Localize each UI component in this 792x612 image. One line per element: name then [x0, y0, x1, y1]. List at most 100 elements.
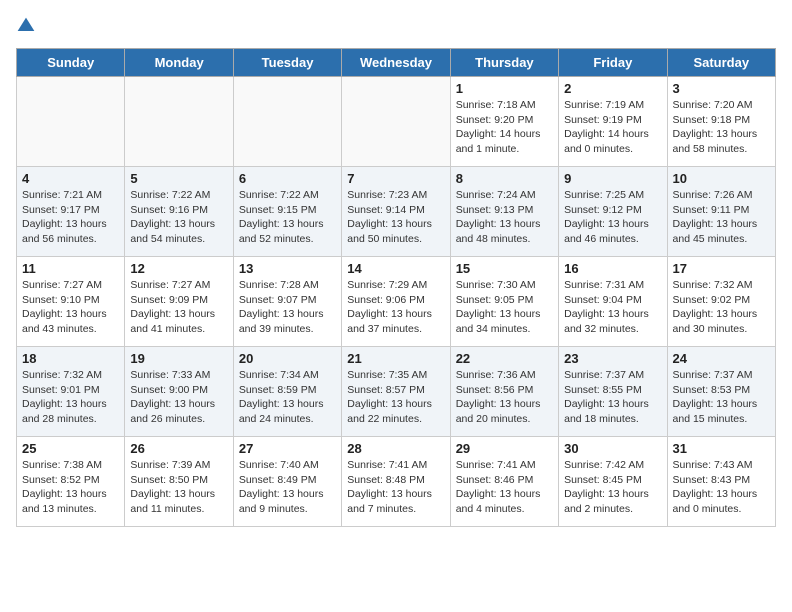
calendar-week-row: 18 Sunrise: 7:32 AM Sunset: 9:01 PM Dayli… [17, 347, 776, 437]
day-info: Sunrise: 7:21 AM Sunset: 9:17 PM Dayligh… [22, 188, 119, 247]
day-number: 24 [673, 351, 770, 366]
day-number: 18 [22, 351, 119, 366]
day-info: Sunrise: 7:41 AM Sunset: 8:48 PM Dayligh… [347, 458, 444, 517]
calendar-cell: 31 Sunrise: 7:43 AM Sunset: 8:43 PM Dayli… [667, 437, 775, 527]
day-info: Sunrise: 7:20 AM Sunset: 9:18 PM Dayligh… [673, 98, 770, 157]
day-info: Sunrise: 7:28 AM Sunset: 9:07 PM Dayligh… [239, 278, 336, 337]
day-info: Sunrise: 7:25 AM Sunset: 9:12 PM Dayligh… [564, 188, 661, 247]
day-info: Sunrise: 7:41 AM Sunset: 8:46 PM Dayligh… [456, 458, 553, 517]
calendar-cell: 25Sunrise: 7:38 AM Sunset: 8:52 PM Dayli… [17, 437, 125, 527]
day-number: 5 [130, 171, 227, 186]
day-header-wednesday: Wednesday [342, 49, 450, 77]
calendar-cell: 3Sunrise: 7:20 AM Sunset: 9:18 PM Daylig… [667, 77, 775, 167]
day-number: 27 [239, 441, 336, 456]
day-info: Sunrise: 7:27 AM Sunset: 9:09 PM Dayligh… [130, 278, 227, 337]
calendar-cell: 2 Sunrise: 7:19 AM Sunset: 9:19 PM Daylig… [559, 77, 667, 167]
calendar-cell [233, 77, 341, 167]
calendar-week-row: 25Sunrise: 7:38 AM Sunset: 8:52 PM Dayli… [17, 437, 776, 527]
calendar-cell [17, 77, 125, 167]
calendar-cell: 20 Sunrise: 7:34 AM Sunset: 8:59 PM Dayli… [233, 347, 341, 437]
day-number: 19 [130, 351, 227, 366]
day-info: Sunrise: 7:37 AM Sunset: 8:55 PM Dayligh… [564, 368, 661, 427]
day-number: 31 [673, 441, 770, 456]
day-number: 22 [456, 351, 553, 366]
day-info: Sunrise: 7:19 AM Sunset: 9:19 PM Dayligh… [564, 98, 661, 157]
calendar-cell [125, 77, 233, 167]
calendar-cell: 26Sunrise: 7:39 AM Sunset: 8:50 PM Dayli… [125, 437, 233, 527]
day-number: 11 [22, 261, 119, 276]
calendar-body: 1Sunrise: 7:18 AM Sunset: 9:20 PM Daylig… [17, 77, 776, 527]
calendar-cell [342, 77, 450, 167]
calendar-cell: 7 Sunrise: 7:23 AM Sunset: 9:14 PM Daylig… [342, 167, 450, 257]
day-number: 4 [22, 171, 119, 186]
calendar-cell: 21 Sunrise: 7:35 AM Sunset: 8:57 PM Dayli… [342, 347, 450, 437]
day-header-sunday: Sunday [17, 49, 125, 77]
logo-icon [16, 16, 36, 36]
calendar-cell: 28Sunrise: 7:41 AM Sunset: 8:48 PM Dayli… [342, 437, 450, 527]
calendar-cell: 5 Sunrise: 7:22 AM Sunset: 9:16 PM Daylig… [125, 167, 233, 257]
day-number: 2 [564, 81, 661, 96]
day-info: Sunrise: 7:30 AM Sunset: 9:05 PM Dayligh… [456, 278, 553, 337]
day-info: Sunrise: 7:36 AM Sunset: 8:56 PM Dayligh… [456, 368, 553, 427]
day-number: 25 [22, 441, 119, 456]
calendar-cell: 18 Sunrise: 7:32 AM Sunset: 9:01 PM Dayli… [17, 347, 125, 437]
calendar-cell: 29 Sunrise: 7:41 AM Sunset: 8:46 PM Dayli… [450, 437, 558, 527]
calendar-cell: 8 Sunrise: 7:24 AM Sunset: 9:13 PM Daylig… [450, 167, 558, 257]
calendar-cell: 6Sunrise: 7:22 AM Sunset: 9:15 PM Daylig… [233, 167, 341, 257]
day-number: 16 [564, 261, 661, 276]
calendar-cell: 23 Sunrise: 7:37 AM Sunset: 8:55 PM Dayli… [559, 347, 667, 437]
day-number: 26 [130, 441, 227, 456]
day-number: 21 [347, 351, 444, 366]
day-info: Sunrise: 7:22 AM Sunset: 9:15 PM Dayligh… [239, 188, 336, 247]
day-info: Sunrise: 7:31 AM Sunset: 9:04 PM Dayligh… [564, 278, 661, 337]
day-number: 20 [239, 351, 336, 366]
calendar-cell: 15 Sunrise: 7:30 AM Sunset: 9:05 PM Dayli… [450, 257, 558, 347]
day-info: Sunrise: 7:32 AM Sunset: 9:01 PM Dayligh… [22, 368, 119, 427]
day-info: Sunrise: 7:26 AM Sunset: 9:11 PM Dayligh… [673, 188, 770, 247]
day-header-thursday: Thursday [450, 49, 558, 77]
day-info: Sunrise: 7:32 AM Sunset: 9:02 PM Dayligh… [673, 278, 770, 337]
calendar-cell: 30Sunrise: 7:42 AM Sunset: 8:45 PM Dayli… [559, 437, 667, 527]
day-info: Sunrise: 7:23 AM Sunset: 9:14 PM Dayligh… [347, 188, 444, 247]
day-info: Sunrise: 7:24 AM Sunset: 9:13 PM Dayligh… [456, 188, 553, 247]
calendar-cell: 13Sunrise: 7:28 AM Sunset: 9:07 PM Dayli… [233, 257, 341, 347]
day-header-friday: Friday [559, 49, 667, 77]
day-header-monday: Monday [125, 49, 233, 77]
day-number: 12 [130, 261, 227, 276]
day-number: 17 [673, 261, 770, 276]
calendar-cell: 14 Sunrise: 7:29 AM Sunset: 9:06 PM Dayli… [342, 257, 450, 347]
day-info: Sunrise: 7:34 AM Sunset: 8:59 PM Dayligh… [239, 368, 336, 427]
day-number: 29 [456, 441, 553, 456]
day-info: Sunrise: 7:29 AM Sunset: 9:06 PM Dayligh… [347, 278, 444, 337]
day-info: Sunrise: 7:43 AM Sunset: 8:43 PM Dayligh… [673, 458, 770, 517]
calendar-table: SundayMondayTuesdayWednesdayThursdayFrid… [16, 48, 776, 527]
day-header-tuesday: Tuesday [233, 49, 341, 77]
page-header [16, 16, 776, 36]
day-number: 8 [456, 171, 553, 186]
calendar-cell: 27 Sunrise: 7:40 AM Sunset: 8:49 PM Dayli… [233, 437, 341, 527]
calendar-week-row: 11 Sunrise: 7:27 AM Sunset: 9:10 PM Dayli… [17, 257, 776, 347]
day-number: 15 [456, 261, 553, 276]
day-number: 1 [456, 81, 553, 96]
calendar-cell: 19Sunrise: 7:33 AM Sunset: 9:00 PM Dayli… [125, 347, 233, 437]
day-number: 9 [564, 171, 661, 186]
calendar-week-row: 1Sunrise: 7:18 AM Sunset: 9:20 PM Daylig… [17, 77, 776, 167]
calendar-cell: 22 Sunrise: 7:36 AM Sunset: 8:56 PM Dayli… [450, 347, 558, 437]
day-info: Sunrise: 7:35 AM Sunset: 8:57 PM Dayligh… [347, 368, 444, 427]
day-info: Sunrise: 7:40 AM Sunset: 8:49 PM Dayligh… [239, 458, 336, 517]
calendar-cell: 16 Sunrise: 7:31 AM Sunset: 9:04 PM Dayli… [559, 257, 667, 347]
day-number: 10 [673, 171, 770, 186]
day-number: 23 [564, 351, 661, 366]
calendar-cell: 17 Sunrise: 7:32 AM Sunset: 9:02 PM Dayli… [667, 257, 775, 347]
day-info: Sunrise: 7:27 AM Sunset: 9:10 PM Dayligh… [22, 278, 119, 337]
logo [16, 16, 40, 36]
calendar-cell: 4 Sunrise: 7:21 AM Sunset: 9:17 PM Daylig… [17, 167, 125, 257]
day-number: 14 [347, 261, 444, 276]
calendar-header-row: SundayMondayTuesdayWednesdayThursdayFrid… [17, 49, 776, 77]
day-info: Sunrise: 7:37 AM Sunset: 8:53 PM Dayligh… [673, 368, 770, 427]
calendar-cell: 9 Sunrise: 7:25 AM Sunset: 9:12 PM Daylig… [559, 167, 667, 257]
calendar-cell: 12 Sunrise: 7:27 AM Sunset: 9:09 PM Dayli… [125, 257, 233, 347]
day-info: Sunrise: 7:22 AM Sunset: 9:16 PM Dayligh… [130, 188, 227, 247]
calendar-week-row: 4 Sunrise: 7:21 AM Sunset: 9:17 PM Daylig… [17, 167, 776, 257]
day-number: 7 [347, 171, 444, 186]
